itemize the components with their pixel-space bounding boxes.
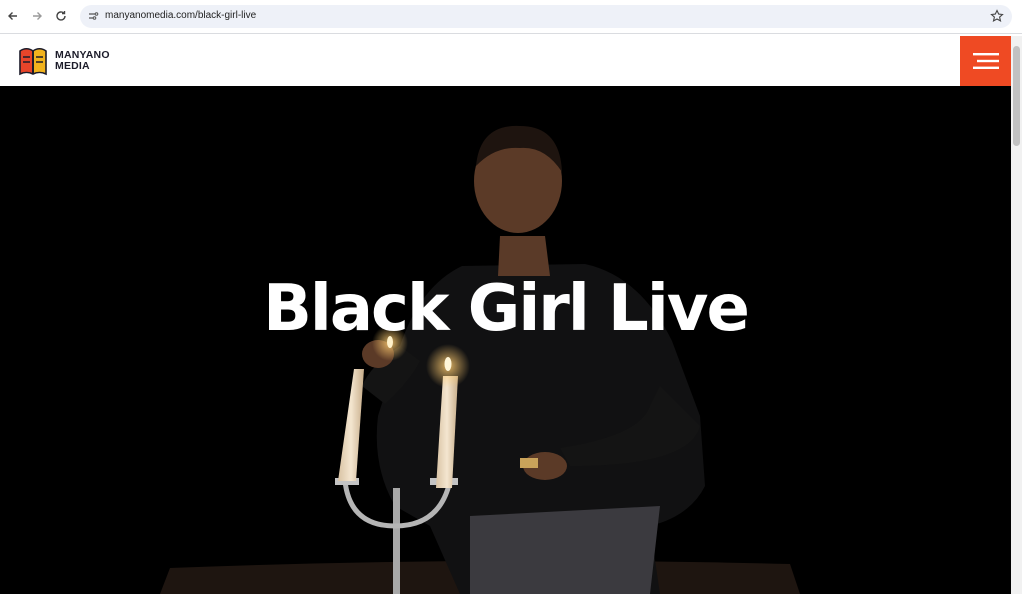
back-arrow-icon[interactable]	[3, 6, 23, 26]
page-scrollbar[interactable]	[1011, 36, 1022, 594]
bookmark-star-icon[interactable]	[990, 9, 1004, 23]
forward-arrow-icon[interactable]	[27, 6, 47, 26]
logo-wordmark[interactable]: MANYANO MEDIA	[55, 50, 110, 72]
hero-title: Black Girl Live	[263, 272, 750, 346]
url-text: manyanomedia.com/black-girl-live	[105, 10, 257, 21]
site-header: MANYANO MEDIA	[0, 36, 1011, 86]
address-bar[interactable]: manyanomedia.com/black-girl-live	[80, 5, 1012, 28]
logo-line2: MEDIA	[55, 60, 90, 72]
hamburger-menu-icon	[972, 53, 999, 69]
page-bottom-strip	[0, 594, 1022, 603]
browser-toolbar: manyanomedia.com/black-girl-live	[0, 0, 1022, 34]
site-info-icon[interactable]	[86, 9, 100, 23]
menu-button[interactable]	[960, 36, 1011, 86]
logo-icon[interactable]	[17, 45, 49, 78]
scrollbar-thumb[interactable]	[1013, 46, 1020, 146]
hero-section: Black Girl Live	[0, 86, 1011, 594]
reload-icon[interactable]	[51, 6, 71, 26]
